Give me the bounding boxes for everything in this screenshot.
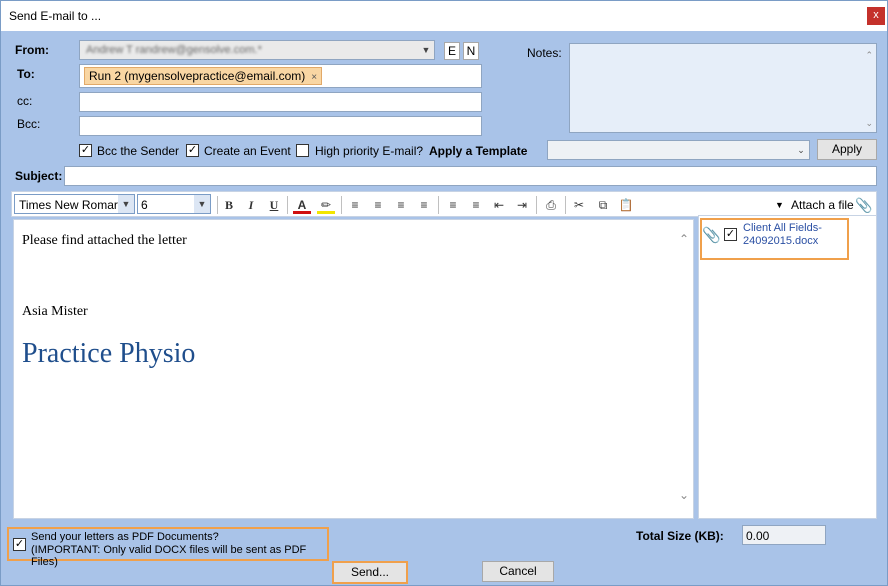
cc-label: cc:: [17, 94, 33, 108]
notes-label: Notes:: [527, 46, 562, 60]
chevron-down-icon: ⌄: [797, 145, 805, 155]
bcc-label: Bcc:: [17, 117, 41, 131]
scroll-down-icon[interactable]: ⌄: [865, 118, 873, 129]
toolbar-separator: [565, 196, 566, 214]
outdent-icon[interactable]: ⇤: [490, 196, 508, 214]
attachments-panel: 📎 ✓ Client All Fields-24092015.docx: [698, 215, 877, 519]
copy-icon[interactable]: ⧉: [594, 196, 612, 214]
pdf-option-label: Send your letters as PDF Documents?: [31, 531, 219, 543]
bcc-sender-checkbox[interactable]: ✓: [79, 144, 92, 157]
paperclip-icon[interactable]: 📎: [855, 196, 873, 214]
indent-icon[interactable]: ⇥: [513, 196, 531, 214]
window-title: Send E-mail to ...: [9, 9, 102, 23]
font-color-icon[interactable]: A: [293, 196, 311, 214]
attachment-checkbox[interactable]: ✓: [724, 228, 737, 241]
print-icon[interactable]: ⎙: [542, 196, 560, 214]
numbered-list-icon[interactable]: ≡: [444, 196, 462, 214]
total-size-field: 0.00: [742, 525, 826, 545]
underline-icon[interactable]: U: [265, 196, 283, 214]
message-editor[interactable]: Please find attached the letter Asia Mis…: [13, 219, 694, 519]
subject-label: Subject:: [15, 169, 63, 183]
font-size-select[interactable]: 6 ▼: [137, 194, 211, 214]
attach-file-label[interactable]: Attach a file: [791, 196, 854, 214]
font-family-value: Times New Romar: [19, 198, 118, 212]
italic-icon[interactable]: I: [242, 196, 260, 214]
paperclip-icon: 📎: [702, 227, 721, 244]
bcc-sender-label: Bcc the Sender: [97, 144, 180, 158]
highlight-icon[interactable]: ✏: [317, 196, 335, 214]
paste-icon[interactable]: 📋: [617, 196, 635, 214]
total-size-value: 0.00: [746, 529, 770, 543]
font-family-select[interactable]: Times New Romar ▼: [14, 194, 135, 214]
title-bar: Send E-mail to ... x: [1, 1, 887, 31]
from-label: From:: [15, 43, 49, 57]
attachment-item[interactable]: 📎 ✓ Client All Fields-24092015.docx: [700, 218, 849, 260]
send-button[interactable]: Send...: [332, 561, 408, 584]
chevron-down-icon: ▼: [118, 195, 134, 213]
recipient-chip-label: Run 2 (mygensolvepractice@email.com): [89, 69, 306, 83]
from-value: Andrew T randrew@gensolve.com.*: [86, 44, 262, 56]
formatting-toolbar: Times New Romar ▼ 6 ▼ B I U A ✏ ≡ ≡ ≡ ≡ …: [11, 191, 877, 217]
font-size-value: 6: [141, 198, 148, 212]
from-e-button[interactable]: E: [444, 42, 460, 60]
from-select[interactable]: Andrew T randrew@gensolve.com.* ▼: [79, 40, 435, 60]
chevron-down-icon: ▼: [194, 195, 210, 213]
remove-recipient-icon[interactable]: ×: [311, 72, 317, 83]
cut-icon[interactable]: ✂: [570, 196, 588, 214]
cc-field[interactable]: [79, 92, 482, 112]
pdf-option-box: ✓ Send your letters as PDF Documents? (I…: [7, 527, 329, 568]
cancel-button[interactable]: Cancel: [482, 561, 554, 582]
close-button[interactable]: x: [867, 7, 885, 25]
apply-button[interactable]: Apply: [817, 139, 877, 160]
toolbar-separator: [438, 196, 439, 214]
notes-field[interactable]: ⌃ ⌄: [569, 43, 877, 133]
subject-field[interactable]: [64, 166, 877, 186]
bullet-list-icon[interactable]: ≡: [467, 196, 485, 214]
editor-signature-company: Practice Physio: [22, 338, 196, 369]
to-field[interactable]: Run 2 (mygensolvepractice@email.com) ×: [79, 64, 482, 88]
template-select[interactable]: ⌄: [547, 140, 810, 160]
editor-signature-name: Asia Mister: [22, 304, 88, 319]
high-priority-label: High priority E-mail?: [315, 144, 424, 158]
pdf-option-note: (IMPORTANT: Only valid DOCX files will b…: [31, 544, 307, 568]
align-left-icon[interactable]: ≡: [346, 196, 364, 214]
total-size-label: Total Size (KB):: [636, 529, 724, 543]
attachment-name[interactable]: Client All Fields-24092015.docx: [743, 222, 849, 248]
bold-icon[interactable]: B: [220, 196, 238, 214]
scroll-down-icon[interactable]: ⌄: [679, 488, 689, 502]
editor-body-line: Please find attached the letter: [22, 233, 187, 248]
high-priority-checkbox[interactable]: [296, 144, 309, 157]
align-right-icon[interactable]: ≡: [392, 196, 410, 214]
toolbar-separator: [536, 196, 537, 214]
to-label: To:: [17, 67, 35, 81]
toolbar-separator: [287, 196, 288, 214]
recipient-chip[interactable]: Run 2 (mygensolvepractice@email.com) ×: [84, 67, 323, 85]
apply-template-label: Apply a Template: [429, 144, 528, 158]
create-event-label: Create an Event: [204, 144, 291, 158]
scroll-up-icon[interactable]: ⌃: [679, 232, 689, 246]
scroll-up-icon[interactable]: ⌃: [865, 50, 873, 61]
pdf-option-checkbox[interactable]: ✓: [13, 538, 26, 551]
bcc-field[interactable]: [79, 116, 482, 136]
justify-icon[interactable]: ≡: [415, 196, 433, 214]
create-event-checkbox[interactable]: ✓: [186, 144, 199, 157]
toolbar-separator: [341, 196, 342, 214]
send-email-dialog: Send E-mail to ... x From: Andrew T rand…: [0, 0, 888, 586]
align-center-icon[interactable]: ≡: [369, 196, 387, 214]
chevron-down-icon: ▼: [421, 45, 431, 55]
from-n-button[interactable]: N: [463, 42, 479, 60]
toolbar-separator: [217, 196, 218, 214]
attach-dropdown-icon[interactable]: ▼: [775, 196, 784, 214]
